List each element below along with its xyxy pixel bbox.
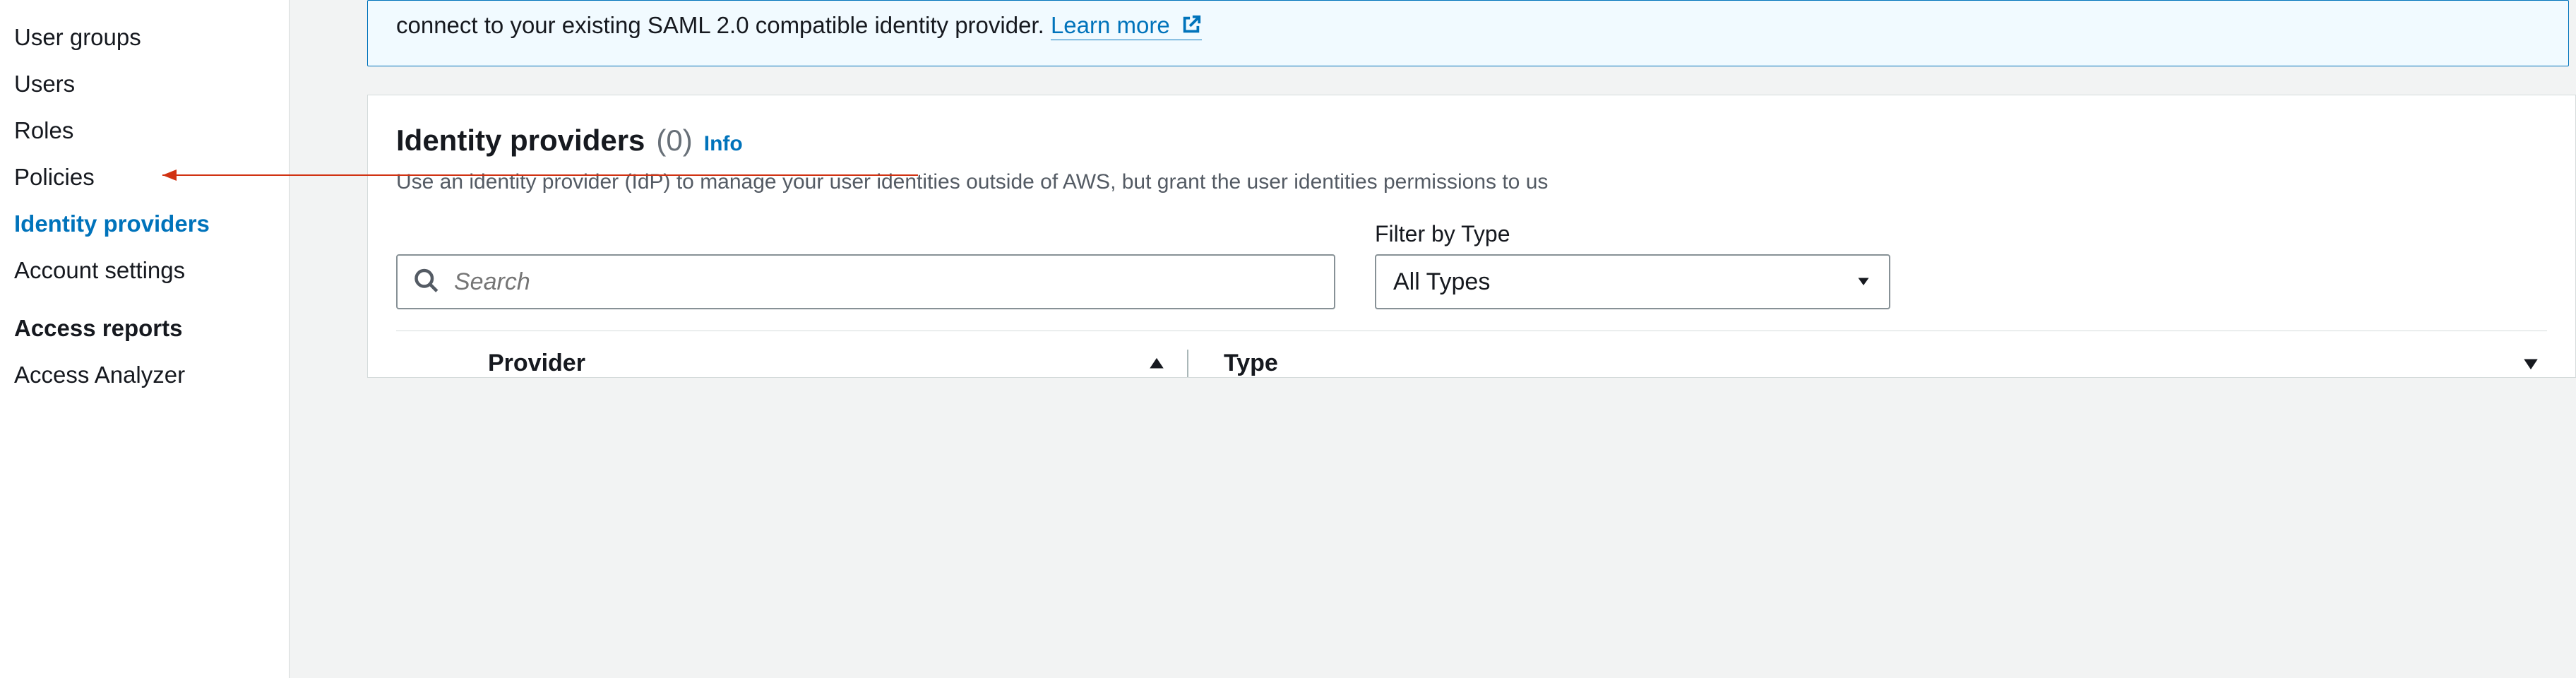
search-input[interactable] bbox=[396, 254, 1335, 309]
sort-icon bbox=[2522, 355, 2540, 373]
sidebar-item-users[interactable]: Users bbox=[14, 61, 289, 107]
info-banner: connect to your existing SAML 2.0 compat… bbox=[367, 0, 2569, 66]
main-content: connect to your existing SAML 2.0 compat… bbox=[290, 0, 2576, 678]
sidebar-item-user-groups[interactable]: User groups bbox=[14, 14, 289, 61]
column-header-provider[interactable]: Provider bbox=[396, 350, 1187, 377]
search-wrapper bbox=[396, 254, 1335, 309]
panel-header: Identity providers (0) Info bbox=[396, 124, 2547, 157]
filter-label: Filter by Type bbox=[1375, 221, 1890, 247]
caret-down-icon bbox=[1855, 268, 1872, 296]
external-link-icon bbox=[1181, 10, 1202, 45]
filter-wrapper: Filter by Type All Types bbox=[1375, 221, 1890, 309]
panel-description: Use an identity provider (IdP) to manage… bbox=[396, 170, 2547, 194]
identity-providers-panel: Identity providers (0) Info Use an ident… bbox=[367, 95, 2576, 378]
column-label: Type bbox=[1224, 350, 1278, 377]
info-banner-text: connect to your existing SAML 2.0 compat… bbox=[396, 12, 1051, 38]
sort-asc-icon bbox=[1147, 355, 1166, 373]
column-label: Provider bbox=[488, 350, 585, 377]
sidebar-item-account-settings[interactable]: Account settings bbox=[14, 247, 289, 294]
learn-more-link[interactable]: Learn more bbox=[1051, 12, 1202, 40]
filter-type-select[interactable]: All Types bbox=[1375, 254, 1890, 309]
controls-row: Filter by Type All Types bbox=[396, 221, 2547, 309]
column-header-type[interactable]: Type bbox=[1187, 350, 2547, 377]
info-link[interactable]: Info bbox=[704, 132, 743, 156]
search-icon bbox=[413, 268, 439, 297]
table-header: Provider Type bbox=[396, 331, 2547, 377]
sidebar-item-policies[interactable]: Policies bbox=[14, 154, 289, 201]
filter-selected-value: All Types bbox=[1393, 268, 1490, 296]
panel-title: Identity providers bbox=[396, 124, 645, 157]
sidebar-item-roles[interactable]: Roles bbox=[14, 107, 289, 154]
sidebar: User groups Users Roles Policies Identit… bbox=[0, 0, 290, 678]
sidebar-item-identity-providers[interactable]: Identity providers bbox=[14, 201, 289, 247]
panel-count: (0) bbox=[656, 124, 692, 157]
sidebar-section-access-reports: Access reports bbox=[14, 294, 289, 352]
sidebar-item-access-analyzer[interactable]: Access Analyzer bbox=[14, 352, 289, 398]
